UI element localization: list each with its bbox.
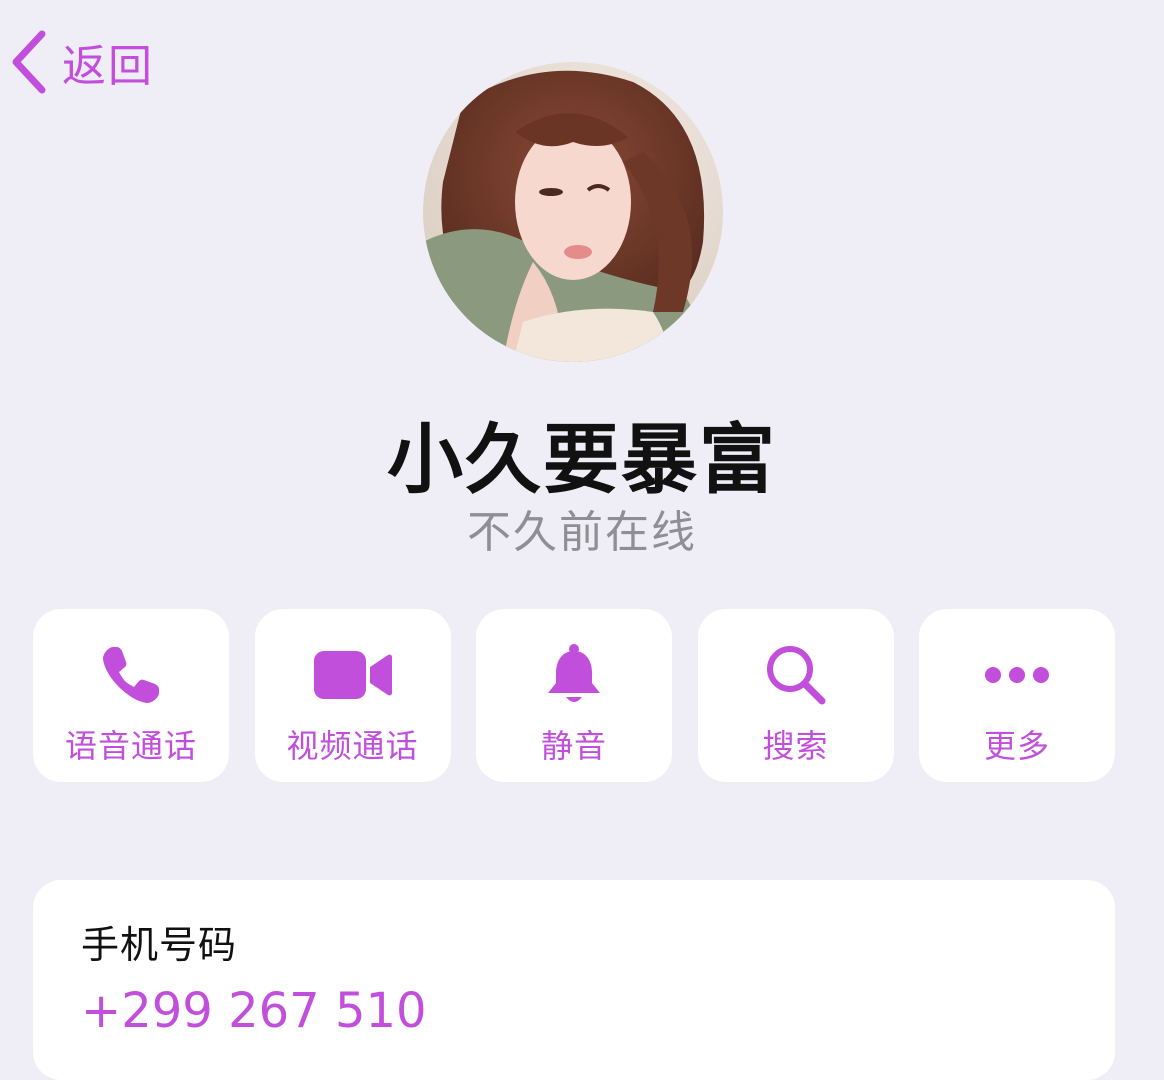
video-call-button[interactable]: 视频通话: [254, 609, 451, 782]
phone-number[interactable]: +299 267 510: [81, 983, 1067, 1039]
mute-button[interactable]: 静音: [476, 609, 672, 782]
phone-icon: [89, 639, 173, 711]
online-status: 不久前在线: [467, 507, 697, 558]
more-label: 更多: [983, 727, 1050, 765]
chevron-left-icon: [8, 28, 48, 96]
video-call-label: 视频通话: [286, 727, 419, 765]
bell-icon: [532, 639, 616, 711]
contact-name: 小久要暴富: [387, 415, 777, 504]
back-label: 返回: [62, 41, 154, 92]
more-dots-icon: [975, 639, 1059, 711]
phone-label: 手机号码: [81, 923, 238, 967]
video-camera-icon: [311, 639, 395, 711]
voice-call-label: 语音通话: [64, 727, 197, 765]
search-icon: [754, 639, 838, 711]
search-button[interactable]: 搜索: [697, 609, 894, 782]
voice-call-button[interactable]: 语音通话: [33, 609, 229, 782]
action-buttons: 语音通话 视频通话 静音 搜索 更多: [33, 609, 1115, 782]
mute-label: 静音: [540, 727, 607, 765]
back-button[interactable]: 返回: [8, 28, 154, 96]
avatar[interactable]: [423, 62, 723, 362]
search-label: 搜索: [762, 727, 829, 765]
phone-info-card: 手机号码 +299 267 510: [33, 880, 1115, 1080]
more-button[interactable]: 更多: [919, 609, 1115, 782]
